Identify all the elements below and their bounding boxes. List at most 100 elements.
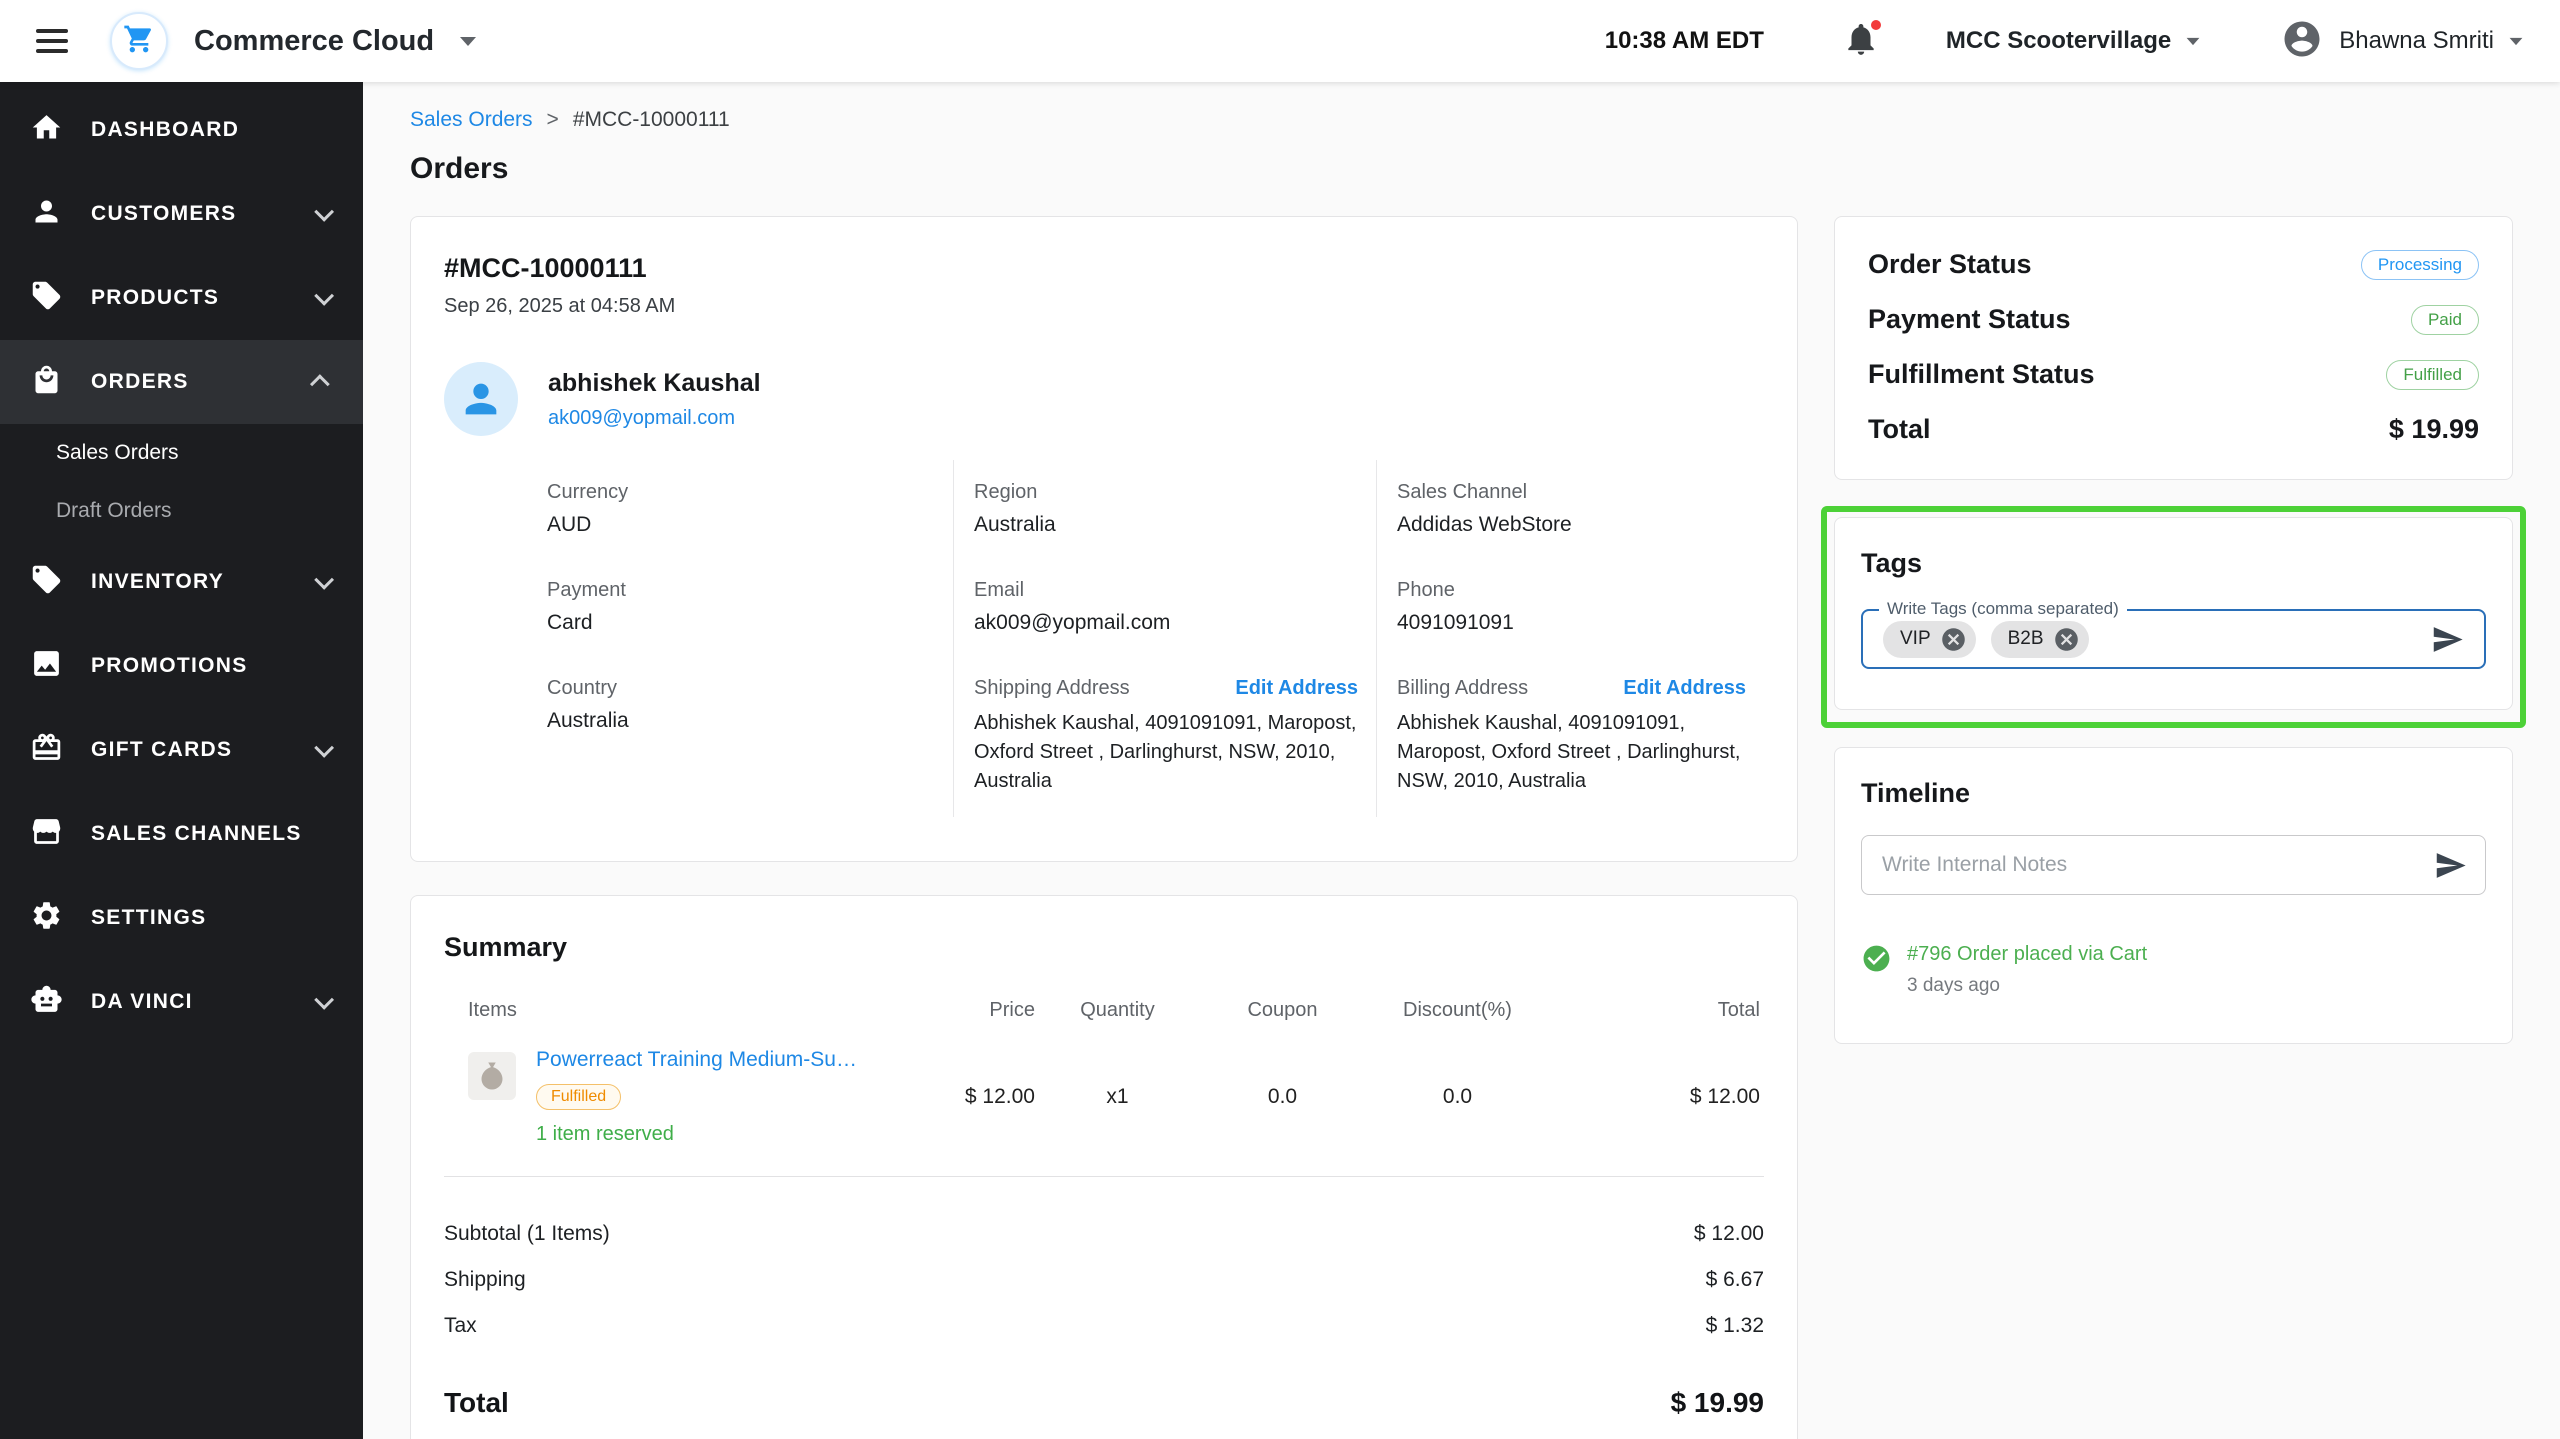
fulfillment-status-label: Fulfillment Status xyxy=(1868,359,2095,389)
sidebar-item-settings[interactable]: SETTINGS xyxy=(0,876,363,960)
country-value: Australia xyxy=(547,709,629,732)
tags-card: Tags Write Tags (comma separated) VIP B2… xyxy=(1834,517,2513,710)
remove-tag-icon[interactable] xyxy=(1940,626,1967,653)
internal-notes-input[interactable] xyxy=(1880,852,2434,878)
tax-label: Tax xyxy=(444,1314,477,1337)
menu-icon[interactable] xyxy=(36,29,68,53)
tags-input-label: Write Tags (comma separated) xyxy=(1879,599,2127,619)
person-icon xyxy=(30,195,63,233)
cart-icon xyxy=(123,23,155,60)
chevron-down-icon xyxy=(314,285,335,306)
home-icon xyxy=(30,111,63,149)
header-total: Total xyxy=(1717,999,1760,1021)
payment-status-badge: Paid xyxy=(2410,304,2479,335)
customer-name: abhishek Kaushal xyxy=(548,368,761,397)
send-icon xyxy=(2433,626,2463,652)
user-menu[interactable]: Bhawna Smriti xyxy=(2339,27,2524,55)
internal-notes-field[interactable] xyxy=(1861,835,2486,895)
subtotal-value: $ 12.00 xyxy=(1693,1222,1764,1245)
send-icon xyxy=(2436,852,2466,878)
store-selector[interactable]: MCC Scootervillage xyxy=(1946,27,2201,55)
timeline-card: Timeline #796 Order placed via Cart xyxy=(1834,747,2513,1044)
summary-card: Summary Items Price Quantity Coupon Disc… xyxy=(410,895,1798,1439)
payment-label: Payment xyxy=(547,579,626,601)
edit-shipping-address-button[interactable]: Edit Address xyxy=(1235,677,1358,700)
app-logo[interactable] xyxy=(110,12,168,70)
sales-channel-label: Sales Channel xyxy=(1397,481,1528,503)
timeline-event-link[interactable]: #796 Order placed via Cart xyxy=(1907,943,2147,966)
chevron-down-icon xyxy=(314,737,335,758)
chevron-down-icon xyxy=(2186,37,2200,45)
currency-label: Currency xyxy=(547,481,629,503)
breadcrumb-sales-orders-link[interactable]: Sales Orders xyxy=(410,108,533,132)
grand-total-value: $ 19.99 xyxy=(1670,1387,1764,1418)
currency-value: AUD xyxy=(547,513,592,536)
item-fulfilled-badge: Fulfilled xyxy=(536,1084,622,1110)
storefront-icon xyxy=(30,815,63,853)
order-status-badge: Processing xyxy=(2360,249,2479,280)
notifications-button[interactable] xyxy=(1842,17,1883,63)
sidebar-item-orders[interactable]: ORDERS xyxy=(0,340,363,424)
chevron-down-icon xyxy=(314,201,335,222)
product-name-link[interactable]: Powerreact Training Medium-Suppor… xyxy=(536,1048,865,1072)
order-status-card: Order Status Processing Payment Status P… xyxy=(1834,216,2513,480)
page-title: Orders xyxy=(410,152,509,185)
tag-chip-b2b: B2B xyxy=(1990,620,2089,658)
user-avatar[interactable] xyxy=(2281,18,2323,65)
sidebar-item-dashboard[interactable]: DASHBOARD xyxy=(0,88,363,172)
product-thumbnail xyxy=(468,1052,516,1100)
sidebar-item-gift-cards[interactable]: GIFT CARDS xyxy=(0,708,363,792)
tax-value: $ 1.32 xyxy=(1705,1314,1764,1337)
sidebar-item-products[interactable]: PRODUCTS xyxy=(0,256,363,340)
shopping-bag-icon xyxy=(30,363,63,401)
remove-tag-icon[interactable] xyxy=(2053,626,2080,653)
sidebar-subitem-sales-orders[interactable]: Sales Orders xyxy=(0,424,363,482)
sidebar-item-da-vinci[interactable]: DA VINCI xyxy=(0,960,363,1044)
sidebar-item-promotions[interactable]: PROMOTIONS xyxy=(0,624,363,708)
header-quantity: Quantity xyxy=(1080,999,1155,1021)
table-row: Powerreact Training Medium-Suppor… Fulfi… xyxy=(444,1042,1764,1177)
sidebar-item-sales-channels[interactable]: SALES CHANNELS xyxy=(0,792,363,876)
item-price: $ 12.00 xyxy=(964,1085,1035,1108)
edit-billing-address-button[interactable]: Edit Address xyxy=(1623,677,1746,700)
submit-tags-button[interactable] xyxy=(2431,623,2464,656)
sidebar-item-customers[interactable]: CUSTOMERS xyxy=(0,172,363,256)
summary-table-header: Items Price Quantity Coupon Discount(%) … xyxy=(444,999,1764,1042)
billing-address-label: Billing Address xyxy=(1397,677,1529,699)
breadcrumb: Sales Orders > #MCC-10000111 xyxy=(410,108,2513,132)
order-detail-card: #MCC-10000111 Sep 26, 2025 at 04:58 AM a… xyxy=(410,216,1798,862)
chevron-down-icon xyxy=(314,569,335,590)
main-content: Sales Orders > #MCC-10000111 Orders #MCC… xyxy=(363,82,2560,1439)
brand-dropdown-caret-icon[interactable] xyxy=(460,36,477,46)
check-circle-icon xyxy=(1861,943,1892,997)
submit-note-button[interactable] xyxy=(2434,849,2467,882)
region-value: Australia xyxy=(974,513,1056,536)
item-reserved-text: 1 item reserved xyxy=(536,1123,674,1145)
brand-title: Commerce Cloud xyxy=(194,24,435,57)
shipping-value: $ 6.67 xyxy=(1705,1268,1764,1291)
tags-title: Tags xyxy=(1861,548,1923,578)
grand-total-label: Total xyxy=(444,1387,509,1418)
sidebar: DASHBOARD CUSTOMERS PRODUCTS ORDERS Sale… xyxy=(0,82,363,1439)
region-label: Region xyxy=(974,481,1038,503)
timeline-event: #796 Order placed via Cart 3 days ago xyxy=(1861,943,2486,997)
customer-email-link[interactable]: ak009@yopmail.com xyxy=(548,407,761,430)
order-id: #MCC-10000111 xyxy=(444,253,647,283)
header-price: Price xyxy=(989,999,1035,1021)
clock-text: 10:38 AM EDT xyxy=(1604,27,1764,54)
item-quantity: x1 xyxy=(1106,1085,1129,1108)
top-bar: Commerce Cloud 10:38 AM EDT MCC Scooterv… xyxy=(0,0,2560,82)
tag-icon xyxy=(30,563,63,601)
header-items: Items xyxy=(468,999,517,1021)
tags-input-field[interactable]: Write Tags (comma separated) VIP B2B xyxy=(1861,599,2486,669)
summary-totals: Subtotal (1 Items) $ 12.00 Shipping $ 6.… xyxy=(444,1211,1764,1419)
country-label: Country xyxy=(547,677,618,699)
breadcrumb-separator: > xyxy=(546,108,559,131)
item-discount: 0.0 xyxy=(1442,1085,1473,1108)
user-name: Bhawna Smriti xyxy=(2339,27,2494,54)
chevron-down-icon xyxy=(2509,37,2523,45)
sidebar-item-inventory[interactable]: INVENTORY xyxy=(0,540,363,624)
payment-value: Card xyxy=(547,611,593,634)
sidebar-subitem-draft-orders[interactable]: Draft Orders xyxy=(0,482,363,540)
tag-chip-vip: VIP xyxy=(1883,620,1976,658)
